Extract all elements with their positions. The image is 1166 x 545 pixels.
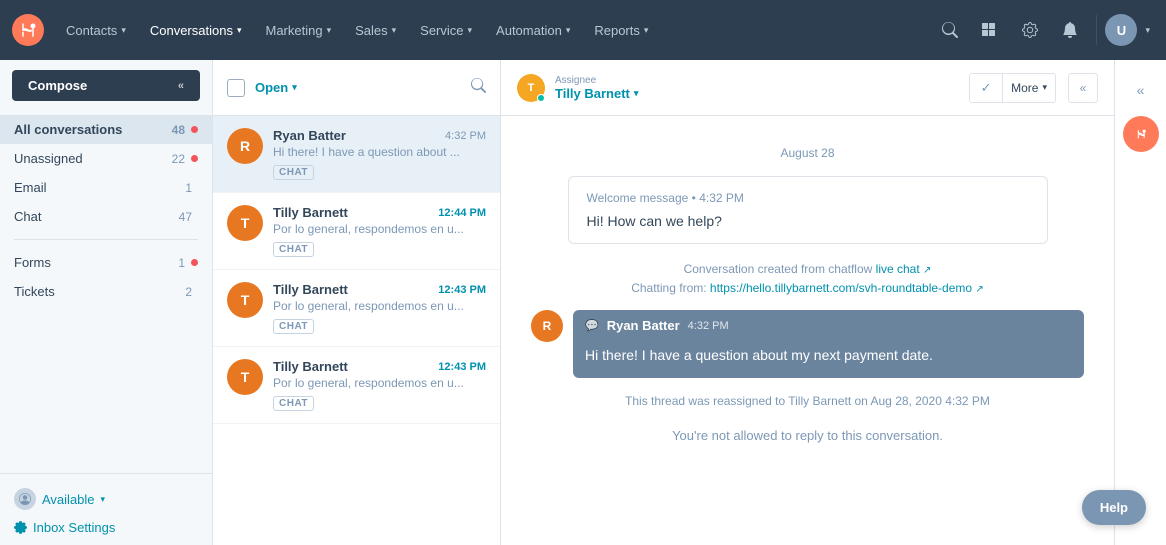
nav-sales[interactable]: Sales ▾ — [345, 17, 406, 44]
sidebar-divider — [14, 239, 198, 240]
conv-avatar: T — [227, 359, 263, 395]
chat-bubble: 💬 Ryan Batter 4:32 PM Hi there! I have a… — [573, 310, 1084, 378]
sidebar-bottom: Available ▾ Inbox Settings — [0, 473, 212, 545]
check-more-group: ✓ More ▾ — [969, 73, 1056, 103]
system-message-chatflow: Conversation created from chatflow live … — [531, 260, 1084, 298]
top-nav: Contacts ▾ Conversations ▾ Marketing ▾ S… — [0, 0, 1166, 60]
external-link-icon: ↗ — [923, 265, 931, 276]
online-status-dot — [537, 94, 545, 102]
chevron-down-icon: ▾ — [121, 25, 126, 36]
chat-body: August 28 Welcome message • 4:32 PM Hi! … — [501, 116, 1114, 545]
welcome-message-header: Welcome message • 4:32 PM — [587, 191, 1029, 205]
chat-main: T Assignee Tilly Barnett ▾ ✓ More ▾ — [501, 60, 1114, 545]
status-filter-dropdown[interactable]: Open ▾ — [255, 80, 297, 95]
main-layout: Compose « All conversations 48 Unassigne… — [0, 60, 1166, 545]
chevron-down-icon: ▾ — [1042, 82, 1047, 93]
reassign-note: This thread was reassigned to Tilly Barn… — [531, 394, 1084, 408]
user-avatar[interactable]: U — [1105, 14, 1137, 46]
inbox-settings-link[interactable]: Inbox Settings — [14, 514, 198, 535]
chevron-down-icon: ▾ — [566, 25, 571, 36]
chevron-down-icon: ▾ — [292, 82, 297, 93]
unread-dot — [191, 259, 198, 266]
conv-item-2[interactable]: T Tilly Barnett 12:43 PM Por lo general,… — [213, 270, 500, 347]
sidebar-item-all-conversations[interactable]: All conversations 48 — [0, 115, 212, 144]
settings-button[interactable] — [1012, 12, 1048, 48]
chevron-down-icon: ▾ — [101, 494, 106, 505]
sidebar-item-forms[interactable]: Forms 1 — [0, 248, 212, 277]
conv-item-0[interactable]: R Ryan Batter 4:32 PM Hi there! I have a… — [213, 116, 500, 193]
notifications-button[interactable] — [1052, 12, 1088, 48]
nav-divider — [1096, 15, 1097, 45]
check-button[interactable]: ✓ — [969, 73, 1003, 103]
nav-reports[interactable]: Reports ▾ — [584, 17, 658, 44]
conversation-list: Open ▾ R Ryan Batter 4:32 PM Hi there! I… — [213, 60, 501, 545]
date-divider: August 28 — [531, 146, 1084, 160]
availability-button[interactable]: Available ▾ — [14, 484, 198, 514]
bubble-avatar: R — [531, 310, 563, 342]
chevron-down-icon: ▾ — [327, 25, 332, 36]
chatflow-link[interactable]: live chat ↗ — [876, 262, 932, 276]
user-availability-avatar — [14, 488, 36, 510]
search-button[interactable] — [932, 12, 968, 48]
chat-bubble-row: R 💬 Ryan Batter 4:32 PM Hi there! I have… — [531, 310, 1084, 378]
hubspot-logo[interactable] — [12, 14, 44, 46]
assignee-avatar: T — [517, 74, 545, 102]
chevron-down-icon: ▾ — [468, 25, 473, 36]
chevron-down-icon: ▾ — [644, 25, 649, 36]
message-icon: 💬 — [585, 319, 599, 332]
nav-service[interactable]: Service ▾ — [410, 17, 482, 44]
chevron-down-icon: ▾ — [1145, 25, 1150, 36]
conv-search-button[interactable] — [471, 78, 486, 97]
chevron-down-icon: ▾ — [392, 25, 397, 36]
conv-avatar: T — [227, 282, 263, 318]
chatting-from-link[interactable]: https://hello.tillybarnett.com/svh-round… — [710, 281, 984, 295]
unread-dot — [191, 155, 198, 162]
assignee-name-dropdown[interactable]: Tilly Barnett ▾ — [555, 86, 638, 101]
welcome-message-text: Hi! How can we help? — [587, 213, 1029, 229]
select-all-checkbox[interactable] — [227, 79, 245, 97]
chat-header-actions: ✓ More ▾ « — [969, 73, 1098, 103]
unread-dot — [191, 126, 198, 133]
sidebar-item-email[interactable]: Email 1 — [0, 173, 212, 202]
sidebar-item-unassigned[interactable]: Unassigned 22 — [0, 144, 212, 173]
not-allowed-message: You're not allowed to reply to this conv… — [531, 428, 1084, 443]
nav-contacts[interactable]: Contacts ▾ — [56, 17, 136, 44]
sidebar-item-tickets[interactable]: Tickets 2 — [0, 277, 212, 306]
right-panel: « — [1114, 60, 1166, 545]
left-sidebar: Compose « All conversations 48 Unassigne… — [0, 60, 213, 545]
collapse-panel-button[interactable]: « — [1068, 73, 1098, 103]
conv-avatar: T — [227, 205, 263, 241]
sidebar-item-chat[interactable]: Chat 47 — [0, 202, 212, 231]
nav-marketing[interactable]: Marketing ▾ — [255, 17, 341, 44]
bubble-text: Hi there! I have a question about my nex… — [573, 339, 1084, 378]
compose-button[interactable]: Compose « — [12, 70, 200, 101]
nav-automation[interactable]: Automation ▾ — [486, 17, 580, 44]
sidebar-nav: All conversations 48 Unassigned 22 Email… — [0, 111, 212, 473]
conv-item-3[interactable]: T Tilly Barnett 12:43 PM Por lo general,… — [213, 347, 500, 424]
conv-list-header: Open ▾ — [213, 60, 500, 116]
hubspot-panel-button[interactable] — [1123, 116, 1159, 152]
collapse-icon: « — [178, 80, 184, 92]
help-button[interactable]: Help — [1082, 490, 1146, 525]
welcome-message-box: Welcome message • 4:32 PM Hi! How can we… — [568, 176, 1048, 244]
chevron-down-icon: ▾ — [634, 88, 639, 99]
marketplace-button[interactable] — [972, 12, 1008, 48]
chat-header: T Assignee Tilly Barnett ▾ ✓ More ▾ — [501, 60, 1114, 116]
user-menu-chevron[interactable]: ▾ — [1141, 19, 1154, 42]
external-link-icon: ↗ — [975, 284, 983, 295]
nav-conversations[interactable]: Conversations ▾ — [140, 17, 252, 44]
conv-avatar: R — [227, 128, 263, 164]
chevron-down-icon: ▾ — [237, 25, 242, 36]
collapse-right-button[interactable]: « — [1123, 72, 1159, 108]
conv-item-1[interactable]: T Tilly Barnett 12:44 PM Por lo general,… — [213, 193, 500, 270]
more-button[interactable]: More ▾ — [1003, 73, 1056, 103]
